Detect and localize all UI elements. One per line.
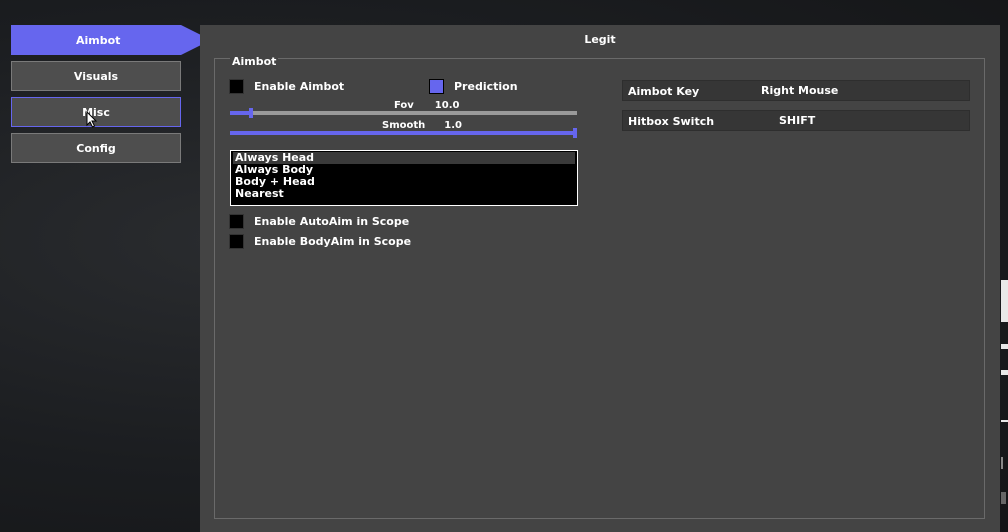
list-item[interactable]: Nearest: [233, 188, 575, 200]
background-graphic: [1001, 280, 1008, 322]
nav-aimbot-tab[interactable]: Aimbot: [11, 25, 211, 55]
prediction-checkbox[interactable]: [429, 79, 444, 94]
prediction-label: Prediction: [454, 80, 518, 93]
hitbox-switch-bind[interactable]: Hitbox Switch SHIFT: [622, 110, 970, 131]
background-graphic: [1001, 457, 1003, 469]
nav-config-tab[interactable]: Config: [11, 133, 181, 163]
hitbox-switch-value: SHIFT: [779, 114, 816, 127]
nav-visuals-tab[interactable]: Visuals: [11, 61, 181, 91]
background-graphic: [1001, 492, 1006, 504]
prediction-row[interactable]: Prediction: [429, 79, 518, 94]
bodyaim-scope-label: Enable BodyAim in Scope: [254, 235, 412, 248]
enable-aimbot-label: Enable Aimbot: [254, 80, 345, 93]
enable-aimbot-checkbox[interactable]: [229, 79, 244, 94]
hitbox-listbox[interactable]: Always Head Always Body Body + Head Near…: [230, 150, 578, 206]
smooth-slider-fill: [230, 131, 577, 135]
groupbox-label: Aimbot: [230, 55, 279, 68]
fov-slider-thumb[interactable]: [249, 108, 253, 118]
smooth-label: Smooth: [382, 120, 426, 131]
background-graphic: [1001, 370, 1008, 375]
list-item[interactable]: Body + Head: [233, 176, 575, 188]
window-title: Legit: [584, 33, 616, 46]
nav-visuals-label: Visuals: [73, 69, 119, 83]
smooth-slider-label: Smooth 1.0: [382, 120, 462, 131]
background-graphic: [1001, 344, 1008, 349]
fov-label: Fov: [394, 100, 414, 111]
fov-slider[interactable]: [230, 108, 577, 118]
aimbot-key-bind[interactable]: Aimbot Key Right Mouse: [622, 80, 970, 101]
background-graphic: [1001, 420, 1008, 422]
nav-aimbot-label: Aimbot: [76, 33, 121, 47]
aimbot-key-label: Aimbot Key: [628, 85, 700, 98]
smooth-slider-thumb[interactable]: [573, 128, 577, 138]
smooth-slider[interactable]: [230, 128, 577, 138]
bodyaim-scope-checkbox[interactable]: [229, 234, 244, 249]
smooth-value: 1.0: [444, 120, 462, 131]
autoaim-scope-checkbox[interactable]: [229, 214, 244, 229]
autoaim-scope-row[interactable]: Enable AutoAim in Scope: [229, 214, 409, 229]
fov-value: 10.0: [434, 100, 460, 111]
hitbox-switch-label: Hitbox Switch: [628, 115, 715, 128]
nav-config-label: Config: [76, 141, 116, 155]
autoaim-scope-label: Enable AutoAim in Scope: [254, 215, 410, 228]
aimbot-key-value: Right Mouse: [761, 84, 839, 97]
enable-aimbot-row[interactable]: Enable Aimbot: [229, 79, 344, 94]
bodyaim-scope-row[interactable]: Enable BodyAim in Scope: [229, 234, 411, 249]
fov-slider-fill: [230, 111, 251, 115]
mouse-cursor-icon: [86, 111, 98, 128]
fov-slider-label: Fov 10.0: [394, 100, 459, 111]
settings-window: Legit Aimbot Enable Aimbot Prediction Fo…: [200, 25, 1000, 532]
